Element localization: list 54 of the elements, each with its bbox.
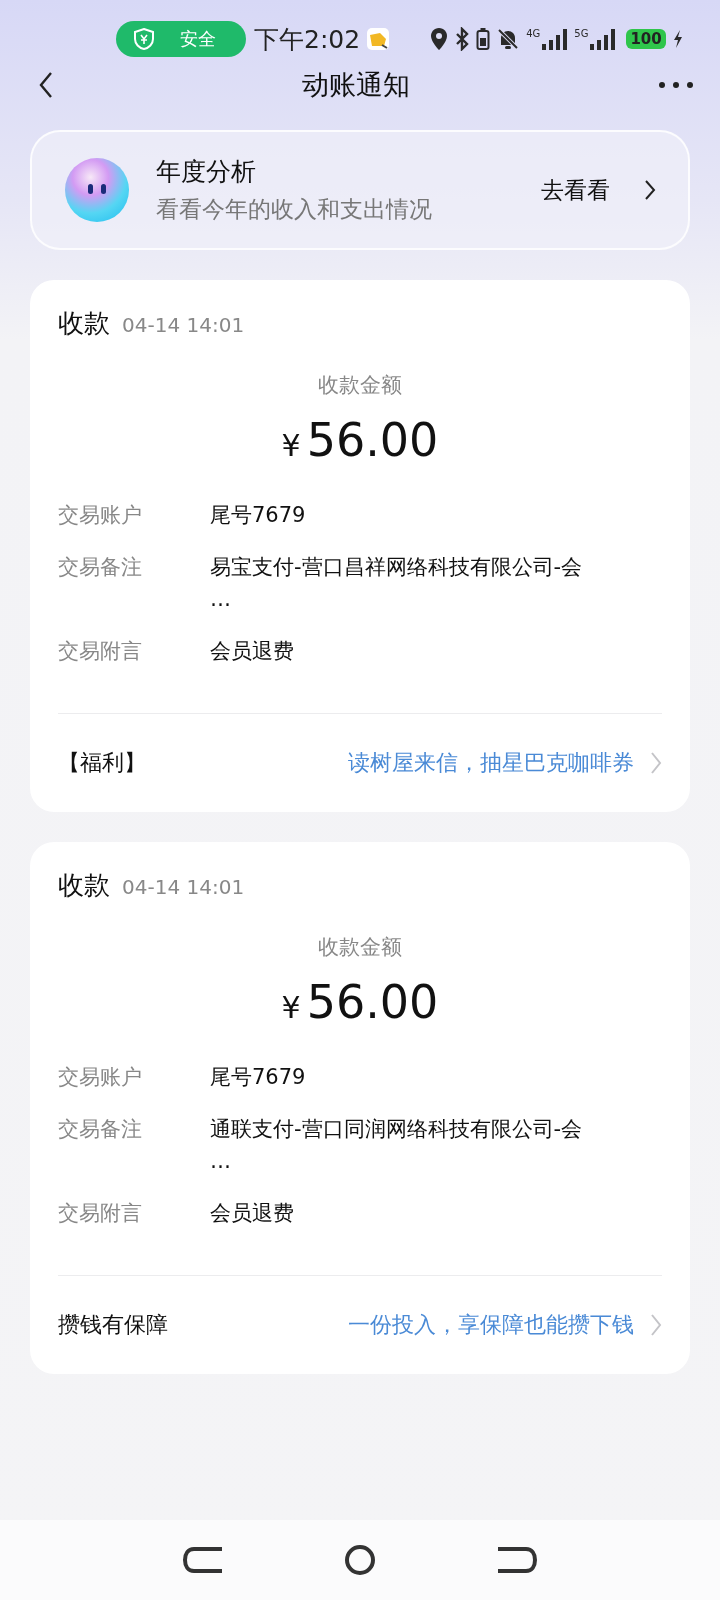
field-value: 通联支付-营口同润网络科技有限公司-会 …: [210, 1116, 583, 1175]
banner-title: 年度分析: [156, 156, 257, 188]
promo-label: 攒钱有保障: [58, 1311, 169, 1339]
view-link: 去看看: [541, 175, 610, 205]
amount-value: 56.00: [306, 413, 439, 467]
field-label: 交易附言: [58, 638, 143, 665]
signal-icon: [590, 28, 617, 50]
app-icon: [366, 27, 391, 51]
battery-level: 100: [626, 29, 666, 49]
back-icon: [38, 71, 54, 99]
bluetooth-icon: [454, 27, 471, 51]
clock-time: 下午2:02: [254, 23, 361, 56]
field-value: 易宝支付-营口昌祥网络科技有限公司-会 …: [210, 554, 583, 613]
notice-time: 04-14 14:01: [122, 313, 245, 337]
muted-bell-icon: [496, 27, 521, 51]
amount-value: 56.00: [306, 975, 439, 1029]
banner-subtitle: 看看今年的收入和支出情况: [156, 195, 433, 224]
more-icon: [658, 81, 694, 89]
charging-icon: [671, 29, 684, 49]
field-value: 会员退费: [210, 638, 294, 665]
chevron-right-icon: [644, 179, 656, 201]
page-title: 动账通知: [302, 68, 410, 102]
annual-analysis-card[interactable]: 年度分析 看看今年的收入和支出情况 去看看: [30, 130, 690, 250]
mascot-icon: [64, 157, 130, 223]
signal-icon: [542, 28, 569, 50]
field-label: 交易备注: [58, 554, 143, 581]
field-label: 交易备注: [58, 1116, 143, 1143]
field-value: 尾号7679: [210, 502, 306, 529]
promo-link[interactable]: 一份投入，享保障也能攒下钱: [348, 1310, 634, 1340]
chevron-right-icon: [650, 1313, 662, 1337]
field-label: 交易附言: [58, 1200, 143, 1227]
currency-symbol: ¥: [281, 428, 301, 463]
network-type: 5G: [574, 28, 589, 39]
amount-label: 收款金额: [317, 372, 403, 399]
field-value: 尾号7679: [210, 1064, 306, 1091]
battery-icon: [476, 27, 491, 51]
back-gesture-icon: [182, 1546, 224, 1574]
field-label: 交易账户: [58, 1064, 143, 1091]
location-icon: [430, 27, 449, 51]
notice-type: 收款: [58, 307, 110, 340]
home-circle-icon: [344, 1544, 376, 1576]
field-value: 会员退费: [210, 1200, 294, 1227]
promo-link[interactable]: 读树屋来信，抽星巴克咖啡券: [348, 748, 634, 778]
currency-symbol: ¥: [281, 990, 301, 1025]
field-label: 交易账户: [58, 502, 143, 529]
network-type: 4G: [526, 28, 541, 39]
promo-label: 【福利】: [58, 749, 147, 777]
shield-icon: [134, 28, 154, 50]
security-label: 安全: [180, 27, 216, 51]
notice-type: 收款: [58, 869, 110, 902]
chevron-right-icon: [650, 751, 662, 775]
recents-gesture-icon: [496, 1546, 538, 1574]
notice-time: 04-14 14:01: [122, 875, 245, 899]
amount-label: 收款金额: [317, 934, 403, 961]
